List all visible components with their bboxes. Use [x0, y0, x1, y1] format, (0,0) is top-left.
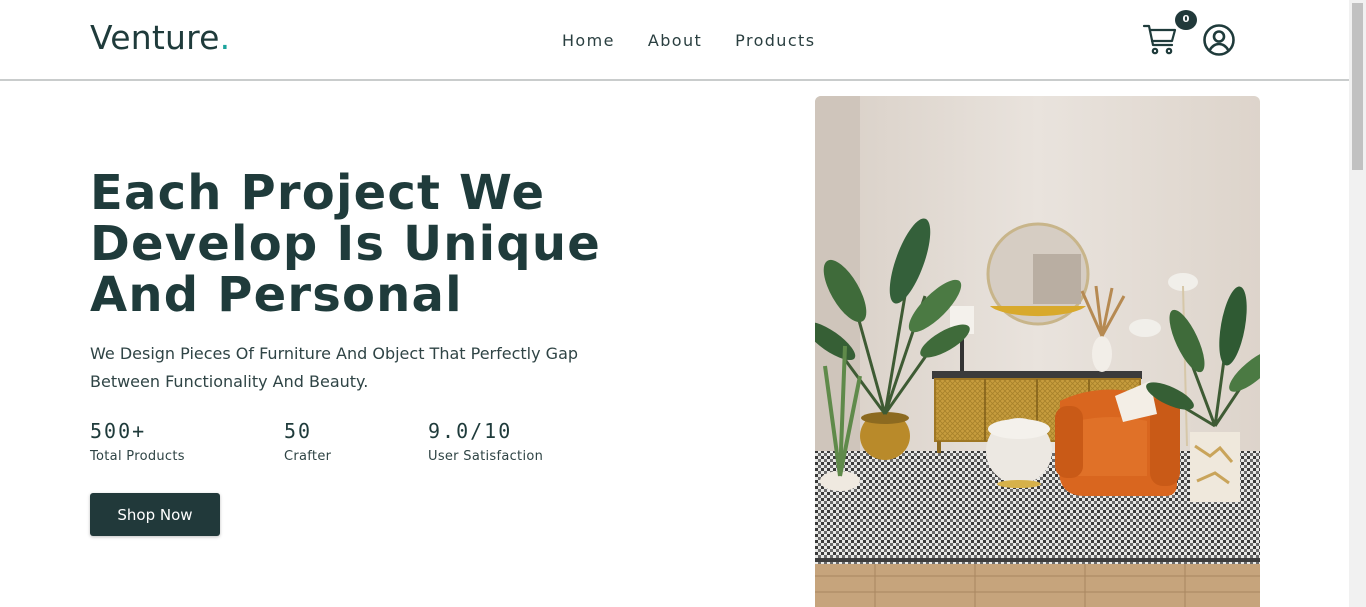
nav-link-about[interactable]: About [648, 31, 702, 50]
stat-value: 50 [284, 419, 313, 443]
hero-subtitle: We Design Pieces Of Furniture And Object… [90, 344, 579, 391]
cart-icon [1142, 24, 1177, 55]
stat-label: User Satisfaction [428, 449, 544, 464]
cart-count-badge: 0 [1175, 10, 1197, 30]
stat-label: Total Products [90, 449, 185, 464]
stat-label: Crafter [284, 449, 332, 464]
user-account-button[interactable] [1202, 23, 1236, 57]
user-circle-icon [1203, 24, 1235, 56]
brand-name: Venture [90, 18, 220, 57]
living-room-illustration [815, 96, 1260, 607]
hero-title: Each Project We Develop Is Unique And Pe… [90, 168, 650, 321]
shop-now-button[interactable]: Shop Now [90, 493, 220, 536]
hero-title-line: And Personal [90, 267, 463, 323]
nav-link-products[interactable]: Products [735, 31, 815, 50]
hero-title-line: Each Project We [90, 165, 546, 221]
page-scrollbar[interactable] [1349, 0, 1366, 607]
navbar: Venture. Home About Products 0 [0, 0, 1349, 81]
stat-value: 9.0/10 [428, 419, 513, 443]
stat-total-products: 500+ Total Products [90, 419, 185, 464]
scrollbar-thumb[interactable] [1352, 3, 1363, 170]
main-nav: Home About Products [562, 31, 815, 50]
stat-crafter: 50 Crafter [284, 419, 331, 464]
hero-title-line: Develop Is Unique [90, 216, 601, 272]
cart-button[interactable] [1142, 21, 1178, 57]
brand-logo[interactable]: Venture. [90, 18, 230, 57]
stat-user-satisfaction: 9.0/10 User Satisfaction [428, 419, 543, 464]
stat-value: 500+ [90, 419, 147, 443]
hero-image [815, 96, 1260, 607]
brand-dot: . [219, 18, 231, 57]
nav-link-home[interactable]: Home [562, 31, 615, 50]
